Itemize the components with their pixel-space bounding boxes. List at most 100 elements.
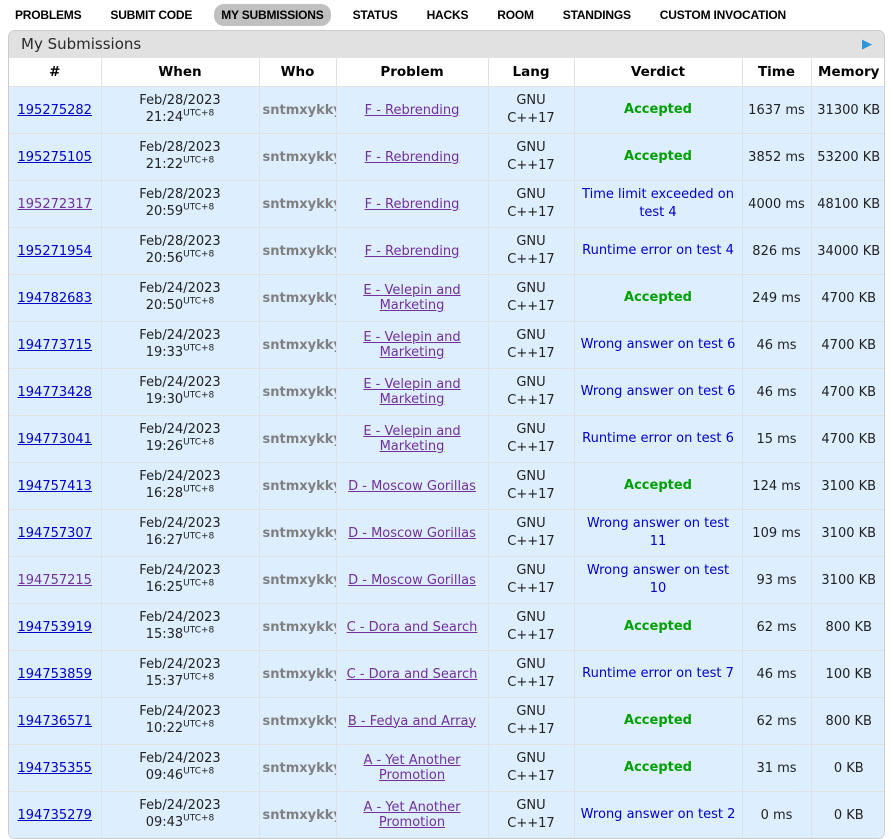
submission-author-link[interactable]: sntmxykky xyxy=(263,150,337,165)
submission-author-link[interactable]: sntmxykky xyxy=(263,103,337,118)
problem-link[interactable]: F - Rebrending xyxy=(365,244,460,259)
problem-link[interactable]: D - Moscow Gorillas xyxy=(348,479,476,494)
submission-lang: GNU C++17 xyxy=(488,792,574,839)
submission-when-cell: Feb/24/2023 19:30UTC+8 xyxy=(101,369,259,416)
submission-memory: 53200 KB xyxy=(811,134,885,181)
when-time: 15:38UTC+8 xyxy=(105,627,256,644)
submission-author-link[interactable]: sntmxykky xyxy=(263,432,337,447)
problem-link[interactable]: E - Velepin and Marketing xyxy=(363,377,460,407)
submission-id-link[interactable]: 194757413 xyxy=(18,479,92,494)
submission-id-link[interactable]: 194735355 xyxy=(18,761,92,776)
submissions-table: # When Who Problem Lang Verdict Time Mem… xyxy=(9,58,885,838)
submission-id-link[interactable]: 195272317 xyxy=(18,197,92,212)
submission-problem-cell: F - Rebrending xyxy=(336,134,488,181)
submission-author-link[interactable]: sntmxykky xyxy=(263,291,337,306)
problem-link[interactable]: E - Velepin and Marketing xyxy=(363,424,460,454)
nav-item-problems[interactable]: PROBLEMS xyxy=(8,4,88,26)
lang-text: GNU C++17 xyxy=(505,327,557,362)
when-time-value: 15:37 xyxy=(146,674,183,689)
submission-memory: 48100 KB xyxy=(811,181,885,228)
when-timezone: UTC+8 xyxy=(183,673,214,683)
problem-link[interactable]: B - Fedya and Array xyxy=(348,714,476,729)
submission-author-link[interactable]: sntmxykky xyxy=(263,197,337,212)
submission-author-link[interactable]: sntmxykky xyxy=(263,714,337,729)
submission-author-link[interactable]: sntmxykky xyxy=(263,573,337,588)
problem-link[interactable]: F - Rebrending xyxy=(365,197,460,212)
submission-verdict-cell: Accepted xyxy=(574,604,742,651)
lang-text: GNU C++17 xyxy=(505,609,557,644)
submission-id-link[interactable]: 194757215 xyxy=(18,573,92,588)
submission-memory: 800 KB xyxy=(811,604,885,651)
nav-item-hacks[interactable]: HACKS xyxy=(420,4,476,26)
submission-author-link[interactable]: sntmxykky xyxy=(263,761,337,776)
problem-link[interactable]: F - Rebrending xyxy=(365,150,460,165)
nav-item-my-submissions[interactable]: MY SUBMISSIONS xyxy=(214,4,330,26)
submission-author-link[interactable]: sntmxykky xyxy=(263,385,337,400)
when-timezone: UTC+8 xyxy=(183,109,214,119)
submission-problem-cell: F - Rebrending xyxy=(336,228,488,275)
submission-when-cell: Feb/24/2023 16:25UTC+8 xyxy=(101,557,259,604)
submission-id-link[interactable]: 194773041 xyxy=(18,432,92,447)
submission-id-link[interactable]: 194773715 xyxy=(18,338,92,353)
submission-author-link[interactable]: sntmxykky xyxy=(263,244,337,259)
submission-id-link[interactable]: 195275105 xyxy=(18,150,92,165)
problem-link[interactable]: A - Yet Another Promotion xyxy=(363,753,460,783)
submission-author-link[interactable]: sntmxykky xyxy=(263,479,337,494)
submission-id-cell: 194773041 xyxy=(9,416,101,463)
submission-problem-cell: E - Velepin and Marketing xyxy=(336,416,488,463)
problem-link[interactable]: C - Dora and Search xyxy=(347,667,478,682)
submission-author-link[interactable]: sntmxykky xyxy=(263,620,337,635)
when-date: Feb/28/2023 xyxy=(105,234,256,251)
submission-problem-cell: C - Dora and Search xyxy=(336,651,488,698)
problem-link[interactable]: D - Moscow Gorillas xyxy=(348,573,476,588)
submission-author-link[interactable]: sntmxykky xyxy=(263,667,337,682)
submission-verdict: Wrong answer on test 11 xyxy=(578,515,739,550)
nav-item-status[interactable]: STATUS xyxy=(346,4,405,26)
submission-when-cell: Feb/24/2023 19:33UTC+8 xyxy=(101,322,259,369)
submission-memory: 3100 KB xyxy=(811,510,885,557)
when-time-value: 09:46 xyxy=(146,768,183,783)
submission-who-cell: sntmxykky xyxy=(259,604,336,651)
when-timezone: UTC+8 xyxy=(183,156,214,166)
submission-when-cell: Feb/24/2023 10:22UTC+8 xyxy=(101,698,259,745)
submission-when-cell: Feb/24/2023 15:38UTC+8 xyxy=(101,604,259,651)
submission-id-link[interactable]: 194736571 xyxy=(18,714,92,729)
submission-verdict: Wrong answer on test 6 xyxy=(581,336,736,354)
submission-id-link[interactable]: 194782683 xyxy=(18,291,92,306)
submission-id-link[interactable]: 194757307 xyxy=(18,526,92,541)
submission-id-link[interactable]: 195275282 xyxy=(18,103,92,118)
problem-link[interactable]: E - Velepin and Marketing xyxy=(363,330,460,360)
submission-author-link[interactable]: sntmxykky xyxy=(263,338,337,353)
problem-link[interactable]: C - Dora and Search xyxy=(347,620,478,635)
nav-item-submit-code[interactable]: SUBMIT CODE xyxy=(103,4,199,26)
submission-id-link[interactable]: 195271954 xyxy=(18,244,92,259)
submission-id-link[interactable]: 194753919 xyxy=(18,620,92,635)
submission-id-link[interactable]: 194753859 xyxy=(18,667,92,682)
submission-id-link[interactable]: 194735279 xyxy=(18,808,92,823)
submission-verdict: Wrong answer on test 6 xyxy=(581,383,736,401)
table-row: 194773715 Feb/24/2023 19:33UTC+8 sntmxyk… xyxy=(9,322,885,369)
submission-who-cell: sntmxykky xyxy=(259,369,336,416)
submission-when-cell: Feb/28/2023 21:22UTC+8 xyxy=(101,134,259,181)
contest-nav: PROBLEMS SUBMIT CODE MY SUBMISSIONS STAT… xyxy=(0,0,890,29)
nav-item-room[interactable]: ROOM xyxy=(490,4,541,26)
problem-link[interactable]: F - Rebrending xyxy=(365,103,460,118)
problem-link[interactable]: E - Velepin and Marketing xyxy=(363,283,460,313)
when-time-value: 19:33 xyxy=(146,345,183,360)
submission-memory: 100 KB xyxy=(811,651,885,698)
submission-author-link[interactable]: sntmxykky xyxy=(263,808,337,823)
when-time-value: 15:38 xyxy=(146,627,183,642)
submission-verdict: Time limit exceeded on test 4 xyxy=(578,186,739,221)
submission-verdict: Runtime error on test 6 xyxy=(582,430,734,448)
table-row: 195275105 Feb/28/2023 21:22UTC+8 sntmxyk… xyxy=(9,134,885,181)
problem-link[interactable]: A - Yet Another Promotion xyxy=(363,800,460,830)
nav-item-standings[interactable]: STANDINGS xyxy=(556,4,638,26)
play-right-arrow-icon[interactable]: ▶ xyxy=(862,38,872,51)
submission-author-link[interactable]: sntmxykky xyxy=(263,526,337,541)
submission-id-link[interactable]: 194773428 xyxy=(18,385,92,400)
problem-link[interactable]: D - Moscow Gorillas xyxy=(348,526,476,541)
nav-item-custom-invocation[interactable]: CUSTOM INVOCATION xyxy=(653,4,793,26)
submission-lang: GNU C++17 xyxy=(488,745,574,792)
when-time-value: 10:22 xyxy=(146,721,183,736)
submission-when-cell: Feb/24/2023 19:26UTC+8 xyxy=(101,416,259,463)
